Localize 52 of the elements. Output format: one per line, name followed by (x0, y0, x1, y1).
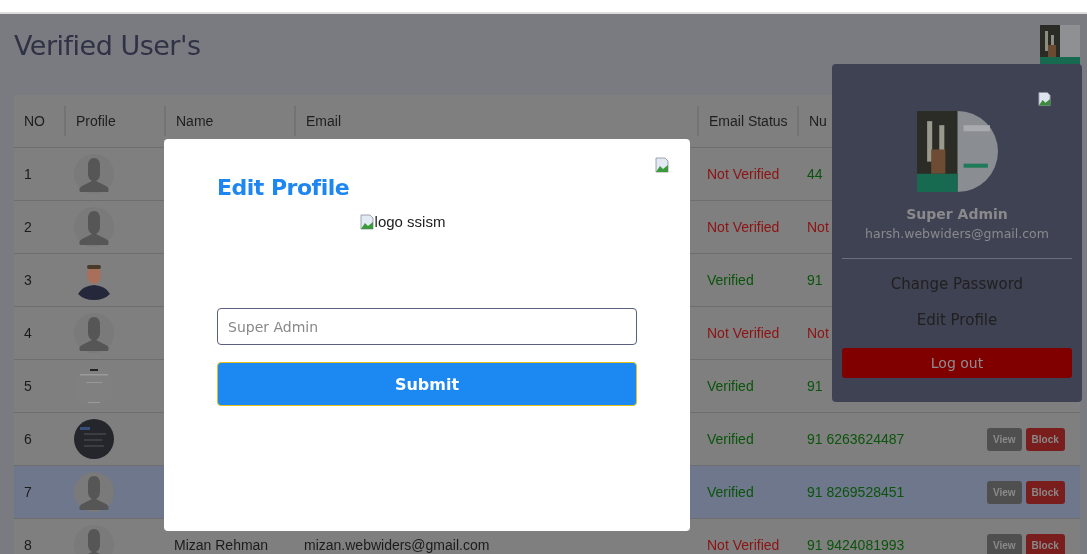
column-header: Profile (64, 106, 164, 136)
user-email: harsh.webwiders@gmail.com (865, 226, 1049, 241)
status-text: Verified (707, 273, 754, 287)
table-cell: 3 (24, 273, 32, 287)
image-alt-text: logo ssism (374, 213, 446, 230)
column-header: NO (23, 112, 46, 131)
table-cell: Not (807, 220, 829, 234)
broken-image-icon[interactable] (654, 154, 670, 176)
table-cell: Not (807, 326, 829, 340)
table-cell: 91 6263624487 (807, 432, 905, 446)
block-button[interactable]: Block (1025, 480, 1065, 504)
user-name: Super Admin (906, 206, 1008, 222)
modal-title: Edit Profile (217, 175, 351, 200)
table-cell: 5 (24, 379, 32, 393)
status-text: Not Verified (707, 167, 780, 181)
table-cell: 8 (24, 538, 32, 552)
table-cell: 44 (807, 167, 823, 181)
block-button[interactable]: Block (1025, 533, 1065, 554)
column-header: Name (164, 106, 294, 136)
table-cell: 91 8269528451 (807, 485, 905, 499)
logout-button[interactable]: Log out (842, 348, 1072, 378)
column-header: Email Status (697, 106, 797, 136)
table-cell: 6 (24, 432, 32, 446)
table-cell: 91 (807, 379, 823, 393)
avatar-icon (74, 207, 114, 247)
view-button[interactable]: View (987, 480, 1022, 504)
status-text: Not Verified (707, 220, 780, 234)
name-input[interactable]: Super Admin (217, 308, 637, 345)
status-text: Verified (707, 485, 754, 499)
block-button[interactable]: Block (1025, 427, 1065, 451)
broken-image-icon (1037, 89, 1052, 109)
table-cell: mizan.webwiders@gmail.com (304, 538, 490, 552)
broken-image-icon (358, 213, 375, 230)
avatar-icon (74, 154, 114, 194)
status-text: Not Verified (707, 538, 780, 552)
submit-button[interactable]: Submit (217, 362, 637, 406)
view-button[interactable]: View (987, 533, 1022, 554)
table-cell: 91 9424081993 (807, 538, 905, 552)
status-text: Verified (707, 379, 754, 393)
table-cell: 2 (24, 220, 32, 234)
avatar-icon (74, 313, 114, 353)
table-cell: 1 (24, 167, 32, 181)
page-title: Verified User's (14, 30, 201, 61)
table-cell: 4 (24, 326, 32, 340)
table-cell: Mizan Rehman (174, 538, 269, 552)
status-text: Verified (707, 432, 754, 446)
table-cell: 7 (24, 485, 32, 499)
column-header: Email (294, 106, 697, 136)
status-text: Not Verified (707, 326, 780, 340)
view-button[interactable]: View (987, 427, 1022, 451)
avatar-icon (74, 472, 114, 512)
table-cell: 91 (807, 273, 823, 287)
